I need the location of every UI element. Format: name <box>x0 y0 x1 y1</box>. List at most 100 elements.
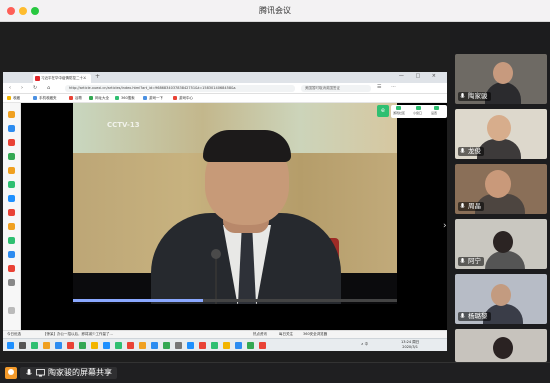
taskbar-app-icon[interactable] <box>223 342 230 349</box>
taskbar-app-icon[interactable] <box>259 342 266 349</box>
participant-video <box>485 251 525 269</box>
channel-watermark: CCTV-13 <box>107 121 140 129</box>
start-icon[interactable] <box>7 342 14 349</box>
video-progress-bar[interactable] <box>73 299 397 302</box>
taskbar-app-icon[interactable] <box>235 342 242 349</box>
sidebar-app-icon[interactable] <box>8 195 15 202</box>
taskbar-app-icon[interactable] <box>103 342 110 349</box>
sidebar-app-icon[interactable] <box>8 139 15 146</box>
microphone-icon <box>211 249 221 259</box>
bookmark-item[interactable]: 游戏中心 <box>173 96 193 101</box>
screen-share-label: 陶家骏的屏幕共享 <box>48 368 112 377</box>
sidebar-app-icon[interactable] <box>8 209 15 216</box>
participant-tile[interactable]: 陶家骏 <box>455 54 547 104</box>
microphone-icon <box>460 93 465 99</box>
video-toolbox: 游戏社区 小窗口 设置 <box>391 105 447 118</box>
browser-logo-icon[interactable]: e <box>377 105 389 117</box>
microphone-icon <box>460 313 465 319</box>
url-input[interactable]: http://article.xuexi.cn/articles/index.h… <box>65 85 295 92</box>
participant-tile[interactable]: 周晶 <box>455 164 547 214</box>
status-item[interactable]: 【惊呆】办公一招以后，即将减少工作量了... <box>43 332 113 337</box>
new-tab-button[interactable]: + <box>95 73 100 80</box>
browser-search-input[interactable]: 美国暂时取消英国签证 <box>301 85 371 92</box>
toolbox-item[interactable]: 小窗口 <box>413 106 422 115</box>
title-bar: 腾讯会议 <box>0 0 550 22</box>
taskbar-app-icon[interactable] <box>163 342 170 349</box>
taskbar-app-icon[interactable] <box>211 342 218 349</box>
meeting-window: 腾讯会议 习近平在华中疫情防控二十... × + — □ × ‹ › ↻ ⌂ h… <box>0 0 550 383</box>
taskbar-app-icon[interactable] <box>247 342 254 349</box>
bookmark-item[interactable]: 网址大全 <box>89 96 109 101</box>
taskbar-app-icon[interactable] <box>67 342 74 349</box>
sidebar-app-icon[interactable] <box>8 223 15 230</box>
participant-name-tag: 龙俊 <box>458 147 484 156</box>
back-icon[interactable]: ‹ <box>9 85 11 91</box>
browser-tab-bar: 习近平在华中疫情防控二十... × + — □ × <box>3 72 447 83</box>
reload-icon[interactable]: ↻ <box>33 85 37 91</box>
browser-status-bar: 今日优选 【惊呆】办公一招以后，即将减少工作量了... 热点资讯 每日关注 36… <box>3 330 447 338</box>
taskbar-app-icon[interactable] <box>139 342 146 349</box>
bookmark-item[interactable]: 游戏一下 <box>143 96 163 101</box>
bookmark-item[interactable]: 手机收藏夹 <box>33 96 57 101</box>
taskbar-app-icon[interactable] <box>175 342 182 349</box>
taskbar-app-icon[interactable] <box>31 342 38 349</box>
taskbar-app-icon[interactable] <box>55 342 62 349</box>
toolbox-item[interactable]: 游戏社区 <box>393 106 405 115</box>
sidebar-app-icon[interactable] <box>8 237 15 244</box>
forward-icon[interactable]: › <box>21 85 23 91</box>
system-tray[interactable]: ∧ 中 <box>361 342 368 347</box>
microphone-icon <box>26 369 32 375</box>
participant-tile[interactable]: 龙俊 <box>455 109 547 159</box>
microphone-icon <box>460 203 465 209</box>
status-item[interactable]: 每日关注 <box>279 332 293 337</box>
tab-title: 习近平在华中疫情防控二十... <box>41 76 87 80</box>
participant-name-tag: 杨璐黎 <box>458 312 491 321</box>
status-item[interactable]: 360安全浏览器 <box>303 332 327 337</box>
participant-name-tag: 周晶 <box>458 202 484 211</box>
participant-name-tag: 陶家骏 <box>458 92 491 101</box>
participant-tile[interactable] <box>455 329 547 362</box>
browser-window-controls[interactable]: — □ × <box>399 73 441 79</box>
sidebar-app-icon[interactable] <box>8 111 15 118</box>
sidebar-app-icon[interactable] <box>8 279 15 286</box>
participant-face <box>493 337 513 359</box>
taskbar-app-icon[interactable] <box>43 342 50 349</box>
microphone-icon <box>460 148 465 154</box>
video-player[interactable]: CCTV-13 <box>73 103 397 304</box>
sidebar-app-icon[interactable] <box>8 251 15 258</box>
browser-address-bar: ‹ › ↻ ⌂ http://article.xuexi.cn/articles… <box>3 83 447 94</box>
taskbar-app-icon[interactable] <box>151 342 158 349</box>
taskbar-clock[interactable]: 13:24 周日 2020/3/1 <box>401 340 419 350</box>
sidebar-app-icon[interactable] <box>8 265 15 272</box>
status-item[interactable]: 今日优选 <box>7 332 21 337</box>
taskbar-app-icon[interactable] <box>79 342 86 349</box>
taskbar-app-icon[interactable] <box>127 342 134 349</box>
participant-tile[interactable]: 杨璐黎 <box>455 274 547 324</box>
sidebar-app-icon[interactable] <box>8 181 15 188</box>
taskbar-search-icon[interactable] <box>19 342 26 349</box>
next-arrow-icon[interactable]: › <box>443 221 447 231</box>
toolbox-item[interactable]: 设置 <box>431 106 439 115</box>
bookmark-item[interactable]: 谷歌 <box>69 96 82 101</box>
taskbar-app-icon[interactable] <box>91 342 98 349</box>
browser-sidebar <box>3 103 21 341</box>
taskbar-app-icon[interactable] <box>115 342 122 349</box>
home-icon[interactable]: ⌂ <box>47 85 50 91</box>
bookmark-item[interactable]: 收藏 <box>7 96 20 101</box>
status-item[interactable]: 热点资讯 <box>253 332 267 337</box>
sidebar-app-icon[interactable] <box>8 153 15 160</box>
remote-taskbar: ∧ 中 13:24 周日 2020/3/1 <box>3 338 447 351</box>
video-page: CCTV-13 › e 游戏社区 小窗口 设置 <box>21 103 447 341</box>
participant-list: 陶家骏 龙俊 周晶 阿宁 杨璐黎 <box>450 22 550 362</box>
participant-tile[interactable]: 阿宁 <box>455 219 547 269</box>
participant-face <box>491 284 511 306</box>
taskbar-app-icon[interactable] <box>187 342 194 349</box>
self-avatar-icon[interactable] <box>5 367 17 379</box>
sidebar-app-icon[interactable] <box>8 125 15 132</box>
taskbar-app-icon[interactable] <box>199 342 206 349</box>
sidebar-app-icon[interactable] <box>8 167 15 174</box>
browser-extension-icons[interactable]: ☰ ⋯ <box>377 84 400 90</box>
sidebar-add-icon[interactable] <box>8 307 15 314</box>
tab-close-icon[interactable]: × <box>83 75 86 80</box>
bookmark-item[interactable]: 360搜索 <box>115 96 135 101</box>
